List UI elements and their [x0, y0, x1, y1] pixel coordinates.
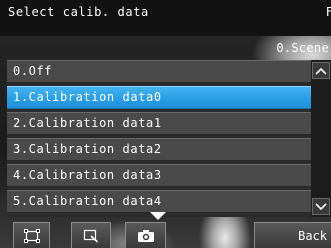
list-item-label: 1.Calibration data0 — [13, 90, 162, 104]
list-scrollbar[interactable] — [311, 60, 331, 217]
list-item-label: 5.Calibration data4 — [13, 194, 162, 208]
chevron-up-icon — [315, 67, 327, 75]
title-bar: Select calib. data F — [0, 0, 331, 36]
list-item-calibration-data3[interactable]: 4.Calibration data3 — [7, 164, 311, 187]
list-item-label: 0.Off — [13, 64, 53, 78]
list-item-calibration-data4[interactable]: 5.Calibration data4 — [7, 190, 311, 213]
calibration-data-list: 0.Off 1.Calibration data0 2.Calibration … — [7, 60, 311, 217]
camera-icon — [137, 229, 154, 242]
frame-select-icon — [23, 228, 40, 243]
back-button-label: Back — [298, 228, 327, 243]
back-button[interactable]: Back — [254, 222, 331, 248]
list-item-label: 2.Calibration data1 — [13, 116, 162, 130]
more-items-arrow-icon — [150, 212, 166, 220]
zoom-button[interactable] — [71, 222, 111, 248]
chevron-down-icon — [315, 202, 327, 210]
zoom-icon — [83, 229, 99, 243]
mode-indicator: F — [325, 5, 331, 19]
list-item-label: 4.Calibration data3 — [13, 168, 162, 182]
scene-label: 0.Scene — [276, 41, 329, 55]
frame-select-button[interactable] — [13, 222, 50, 248]
camera-button[interactable] — [125, 222, 166, 248]
list-item-off[interactable]: 0.Off — [7, 60, 311, 83]
scroll-down-button[interactable] — [312, 198, 330, 215]
page-title: Select calib. data — [8, 5, 149, 19]
scroll-up-button[interactable] — [312, 62, 330, 79]
list-item-calibration-data2[interactable]: 3.Calibration data2 — [7, 138, 311, 161]
list-item-calibration-data0[interactable]: 1.Calibration data0 — [7, 86, 311, 109]
list-item-label: 3.Calibration data2 — [13, 142, 162, 156]
list-item-calibration-data1[interactable]: 2.Calibration data1 — [7, 112, 311, 135]
